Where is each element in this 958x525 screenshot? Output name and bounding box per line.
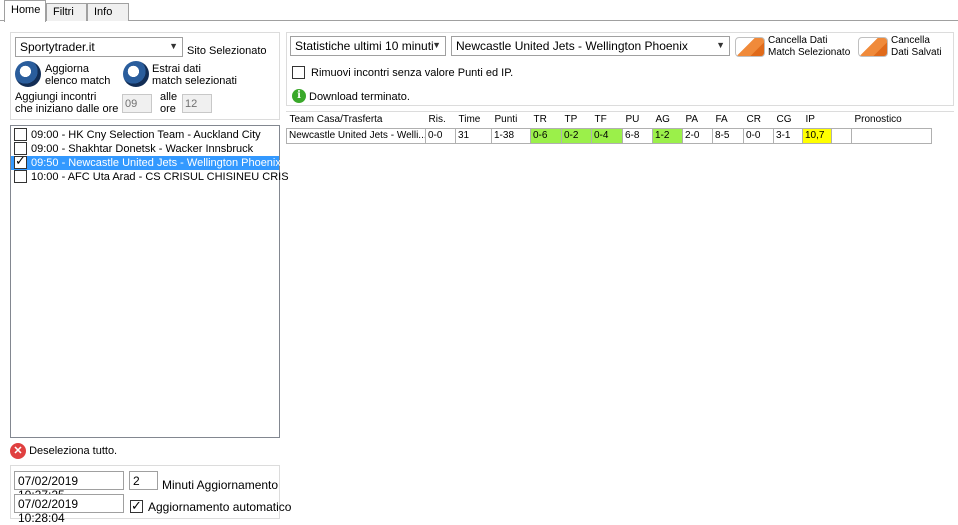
clear-saved-button[interactable]: Cancella Dati Salvati [891,35,942,59]
column-header: Pronostico [854,114,902,126]
column-header: PU [625,114,640,126]
column-header: IP [805,114,815,126]
deselect-label: Deseleziona tutto. [29,445,118,457]
extract-label-2: match selezionati [152,75,237,87]
stats-select[interactable]: Statistiche ultimi 10 minuti ▼ [290,36,446,56]
refresh-ball-icon[interactable] [15,61,41,87]
list-item[interactable]: 09:50 - Newcastle United Jets - Wellingt… [11,154,281,170]
tab-filtri[interactable]: Filtri [46,3,87,21]
list-item[interactable]: 10:00 - AFC Uta Arad - CS CRISUL CHISINE… [11,170,289,184]
table-cell: 0-2 [561,127,592,144]
match-label: 09:00 - HK Cny Selection Team - Auckland… [31,129,261,141]
match-select[interactable]: Newcastle United Jets - Wellington Phoen… [451,36,730,56]
to-hour-input[interactable]: 12 [182,94,212,113]
add-label-2: che iniziano dalle ore [15,103,119,115]
data-table: Team Casa/Trasferta Ris. Time Punti TR T… [286,112,932,144]
table-header-row: Team Casa/Trasferta Ris. Time Punti TR T… [287,112,932,128]
stats-select-value: Statistiche ultimi 10 minuti [295,39,434,53]
match-label: 10:00 - AFC Uta Arad - CS CRISUL CHISINE… [31,171,289,183]
extract-label-1: Estrai dati [152,63,201,75]
column-header: Punti [494,114,518,126]
column-header: PA [685,114,699,126]
close-icon: ✕ [10,443,26,459]
from-hour-input[interactable]: 09 [122,94,152,113]
site-select-value: Sportytrader.it [20,40,95,54]
table-cell: 0-6 [530,127,562,144]
status-text: Download terminato. [309,91,410,103]
eraser-icon[interactable] [735,37,765,57]
auto-update-checkbox[interactable] [130,498,143,514]
table-cell: 1-38 [491,127,531,144]
to-label-1: alle [160,91,178,103]
match-checkbox[interactable] [14,170,27,183]
table-row[interactable]: Newcastle United Jets - Welli... 0-0 31 … [286,127,932,144]
match-list[interactable]: 09:00 - HK Cny Selection Team - Auckland… [10,125,289,438]
clear-match-label-2: Match Selezionato [768,47,851,58]
site-label: Sito Selezionato [187,45,267,57]
table-cell: 0-0 [425,127,456,144]
column-header: Team Casa/Trasferta [289,114,383,126]
clear-saved-label-1: Cancella [891,35,930,46]
table-cell: 8-5 [712,127,744,144]
to-label-2: ore [160,103,176,115]
column-header: CG [776,114,792,126]
refresh-list-button[interactable]: Aggiorna elenco match [45,63,110,87]
deselect-all-button[interactable]: ✕ Deseleziona tutto. [10,443,117,459]
eraser-icon[interactable] [858,37,888,57]
column-header: FA [715,114,728,126]
match-label: 09:50 - Newcastle United Jets - Wellingt… [31,157,281,169]
minutes-input[interactable]: 2 [129,471,158,490]
to-hour-label: alle ore [160,91,177,115]
chevron-down-icon: ▼ [432,40,441,50]
match-checkbox[interactable] [14,128,27,141]
extract-ball-icon[interactable] [123,61,149,87]
table-cell: 1-2 [652,127,683,144]
clear-match-label-1: Cancella Dati [768,35,828,46]
minutes-label: Minuti Aggiornamento [162,478,279,492]
table-cell: 2-0 [682,127,713,144]
data-table-container: Team Casa/Trasferta Ris. Time Punti TR T… [286,111,954,146]
column-header: Ris. [428,114,446,126]
tab-home[interactable]: Home [4,0,46,22]
list-item[interactable]: 09:00 - HK Cny Selection Team - Auckland… [11,128,279,142]
match-checkbox[interactable] [14,154,27,169]
site-select[interactable]: Sportytrader.it ▼ [15,37,183,57]
chevron-down-icon: ▼ [716,40,725,50]
chevron-down-icon: ▼ [169,41,178,51]
table-cell: 0-0 [743,127,774,144]
column-header: TR [533,114,547,126]
extract-button[interactable]: Estrai dati match selezionati [152,63,237,87]
tab-strip: Home Filtri Info [0,0,958,22]
match-label: 09:00 - Shakhtar Donetsk - Wacker Innsbr… [31,143,254,155]
table-cell: 10,7 [802,127,832,144]
next-update-time[interactable]: 07/02/2019 10:28:04 [14,494,124,525]
table-cell: 0-4 [591,127,623,144]
column-header: TF [594,114,607,126]
remove-empty-checkbox[interactable] [292,66,305,79]
table-cell: 31 [455,127,492,144]
info-icon: i [292,89,306,103]
clear-saved-label-2: Dati Salvati [891,47,942,58]
refresh-label-2: elenco match [45,75,111,87]
tab-info[interactable]: Info [87,3,129,21]
table-cell: Newcastle United Jets - Welli... [286,127,426,144]
table-cell: 3-1 [773,127,803,144]
refresh-label-1: Aggiorna [45,63,90,75]
add-label-1: Aggiungi incontri [15,91,97,103]
table-cell [831,127,852,144]
column-header: CR [746,114,761,126]
table-cell [851,127,932,144]
column-header [832,112,852,128]
remove-empty-label: Rimuovi incontri senza valore Punti ed I… [311,67,514,79]
match-select-value: Newcastle United Jets - Wellington Phoen… [456,39,688,53]
column-header: Time [458,114,481,126]
list-item[interactable]: 09:00 - Shakhtar Donetsk - Wacker Innsbr… [11,142,279,156]
auto-update-label: Aggiornamento automatico [148,500,292,514]
column-header: TP [564,114,578,126]
clear-match-button[interactable]: Cancella Dati Match Selezionato [768,35,850,59]
table-cell: 6-8 [622,127,653,144]
column-header: AG [655,114,670,126]
last-update-time[interactable]: 07/02/2019 10:27:25 [14,471,124,502]
add-matches-label: Aggiungi incontri che iniziano dalle ore [15,91,118,115]
